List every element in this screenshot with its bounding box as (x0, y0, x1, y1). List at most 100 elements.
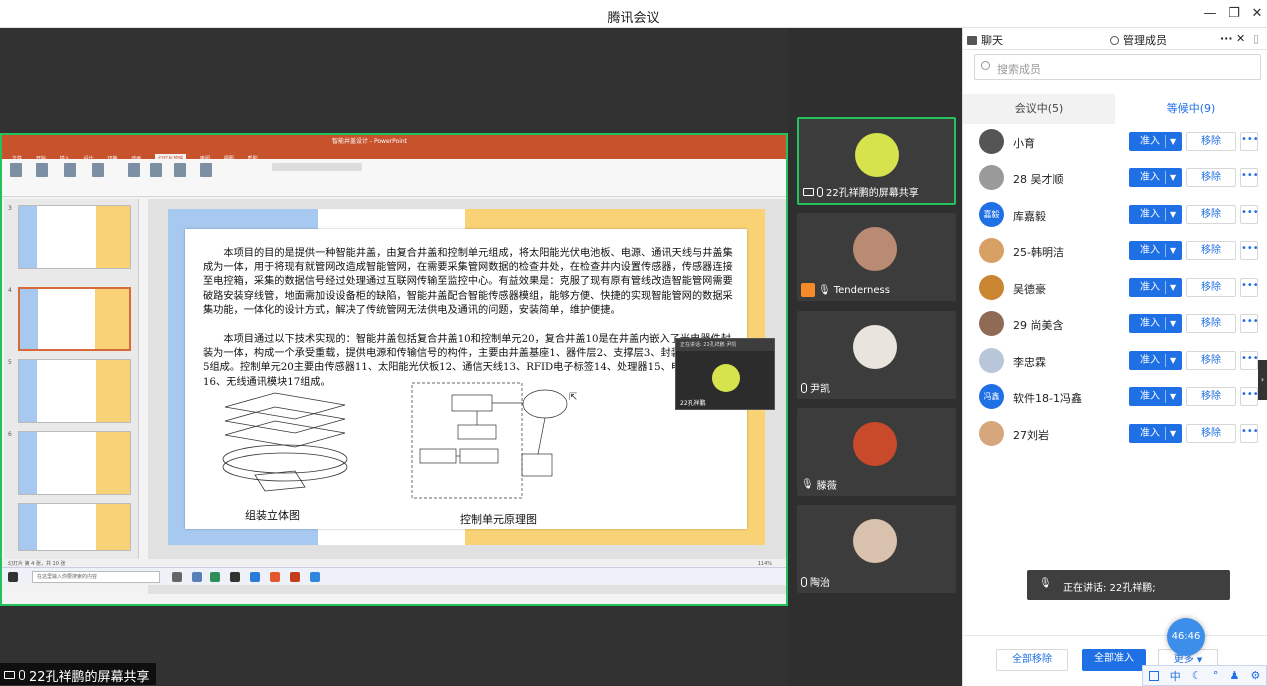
mic-icon (801, 576, 807, 587)
ime-item[interactable]: ⚙ (1251, 669, 1261, 682)
close-icon[interactable]: ✕ (1248, 5, 1266, 23)
video-tile[interactable]: 陶治 (797, 505, 956, 593)
video-gallery: 22孔祥鹏的屏幕共享 🎙 Tenderness 尹凯 🎙 滕薇 陶治 (788, 28, 962, 686)
taskbar-app-icon (310, 572, 320, 582)
admit-button[interactable]: 准入 ▼ (1129, 387, 1182, 406)
remove-button[interactable]: 移除 (1186, 351, 1236, 370)
taskbar-app-icon (230, 572, 240, 582)
admit-button[interactable]: 准入 ▼ (1129, 278, 1182, 297)
ribbon-icon (150, 163, 162, 177)
member-name: 28 吴才顺 (1013, 173, 1064, 186)
admit-button[interactable]: 准入 ▼ (1129, 205, 1182, 224)
ime-item[interactable]: 中 (1170, 668, 1181, 684)
admit-button[interactable]: 准入 ▼ (1129, 424, 1182, 443)
ime-toolbar: 中 ☾ ° ♟ ⚙ (1142, 665, 1267, 686)
member-search-input[interactable]: 搜索成员 (974, 54, 1261, 80)
admit-button[interactable]: 准入 ▼ (1129, 351, 1182, 370)
remove-button[interactable]: 移除 (1186, 387, 1236, 406)
waiting-member-row: 吴德豪 准入 ▼ 移除 ••• (963, 271, 1267, 307)
chevron-down-icon: ▼ (1170, 137, 1177, 146)
tab-in-meeting[interactable]: 会议中(5) (963, 94, 1115, 124)
taskbar-app-icon (250, 572, 260, 582)
chevron-down-icon: ▼ (1170, 319, 1177, 328)
ime-item[interactable]: ♟ (1230, 669, 1240, 682)
video-tile[interactable]: 🎙 滕薇 (797, 408, 956, 496)
chevron-down-icon: ▼ (1170, 246, 1177, 255)
remove-button[interactable]: 移除 (1186, 241, 1236, 260)
thumb-number: 3 (8, 205, 12, 212)
participant-avatar (853, 422, 897, 466)
more-options-button[interactable]: ••• (1240, 314, 1259, 333)
member-avatar (979, 238, 1004, 263)
admit-button[interactable]: 准入 ▼ (1129, 314, 1182, 333)
slide-thumbnail (18, 205, 131, 269)
member-name: 25-韩明洁 (1013, 246, 1064, 259)
tab-manage-members[interactable]: 管理成员 (1110, 32, 1167, 48)
slide-thumbnail-selected (18, 287, 131, 351)
member-name: 27刘岩 (1013, 429, 1049, 442)
remove-button[interactable]: 移除 (1186, 424, 1236, 443)
more-options-button[interactable]: ••• (1240, 205, 1259, 224)
mic-icon (801, 382, 807, 393)
member-avatar (979, 311, 1004, 336)
remove-all-button[interactable]: 全部移除 (996, 649, 1068, 671)
tab-waiting-room[interactable]: 等候中(9) (1115, 94, 1267, 124)
participant-name: Tenderness (833, 284, 890, 296)
member-name: 库嘉毅 (1013, 210, 1046, 223)
mic-muted-icon: 🎙 (818, 284, 831, 296)
admit-button[interactable]: 准入 ▼ (1129, 168, 1182, 187)
mic-icon (817, 186, 823, 197)
panel-close-icon[interactable]: ✕ (1236, 32, 1245, 45)
participant-avatar (853, 325, 897, 369)
member-name: 软件18-1冯鑫 (1013, 392, 1082, 405)
remove-button[interactable]: 移除 (1186, 132, 1236, 151)
tab-chat[interactable]: 聊天 (967, 32, 1003, 48)
more-options-button[interactable]: ••• (1240, 168, 1259, 187)
more-options-button[interactable]: ••• (1240, 424, 1259, 443)
chevron-down-icon: ▼ (1196, 656, 1203, 664)
members-icon (1110, 35, 1119, 45)
slide-document-page: 本项目的目的是提供一种智能井盖，由复合井盖和控制单元组成，将太阳能光伏电池板、电… (185, 229, 747, 529)
more-options-button[interactable]: ••• (1240, 387, 1259, 406)
member-avatar: 嘉毅 (979, 202, 1004, 227)
remove-button[interactable]: 移除 (1186, 168, 1236, 187)
mic-muted-icon: 🎙 (801, 479, 814, 490)
ppt-title-bar: 智能井盖设计 - PowerPoint (2, 135, 786, 149)
participant-name: 滕薇 (816, 481, 837, 492)
video-tile[interactable]: 🎙 Tenderness (797, 213, 956, 301)
ribbon-icon (36, 163, 48, 177)
minimize-icon[interactable]: — (1201, 5, 1219, 23)
video-tile[interactable]: 尹凯 (797, 311, 956, 399)
ime-logo-icon[interactable] (1148, 670, 1159, 681)
waiting-member-row: 嘉毅 库嘉毅 准入 ▼ 移除 ••• (963, 198, 1267, 234)
more-options-button[interactable]: ••• (1240, 241, 1259, 260)
more-options-button[interactable]: ••• (1240, 278, 1259, 297)
video-tile[interactable]: 22孔祥鹏的屏幕共享 (797, 117, 956, 205)
waiting-member-row: 29 尚美含 准入 ▼ 移除 ••• (963, 307, 1267, 343)
remove-button[interactable]: 移除 (1186, 205, 1236, 224)
admit-button[interactable]: 准入 ▼ (1129, 241, 1182, 260)
taskbar-app-icon (290, 572, 300, 582)
ime-item[interactable]: ° (1213, 669, 1219, 682)
caption-assembly: 组装立体图 (245, 509, 300, 522)
waiting-member-row: 李忠霖 准入 ▼ 移除 ••• (963, 344, 1267, 380)
admit-all-button[interactable]: 全部准入 (1082, 649, 1146, 671)
more-options-button[interactable]: ••• (1240, 351, 1259, 370)
waiting-member-row: 冯鑫 软件18-1冯鑫 准入 ▼ 移除 ••• (963, 380, 1267, 416)
panel-expand-icon[interactable]: ▯ (1253, 32, 1259, 45)
admit-button[interactable]: 准入 ▼ (1129, 132, 1182, 151)
panel-more-icon[interactable]: ··· (1220, 32, 1233, 45)
participant-avatar (853, 227, 897, 271)
side-expand-icon[interactable]: › (1258, 360, 1267, 400)
taskbar-app-icon (210, 572, 220, 582)
floating-video-label: 22孔祥鹏 (680, 400, 706, 407)
ime-item[interactable]: ☾ (1192, 669, 1202, 682)
window-title: 腾讯会议 (607, 11, 660, 26)
remove-button[interactable]: 移除 (1186, 314, 1236, 333)
restore-icon[interactable]: ❐ (1225, 5, 1243, 23)
member-name: 29 尚美含 (1013, 319, 1064, 332)
more-options-button[interactable]: ••• (1240, 132, 1259, 151)
ribbon-dropdown (272, 163, 362, 171)
floating-video-header: 正在讲话: 22孔祥鹏 尹凯 (676, 339, 774, 351)
remove-button[interactable]: 移除 (1186, 278, 1236, 297)
